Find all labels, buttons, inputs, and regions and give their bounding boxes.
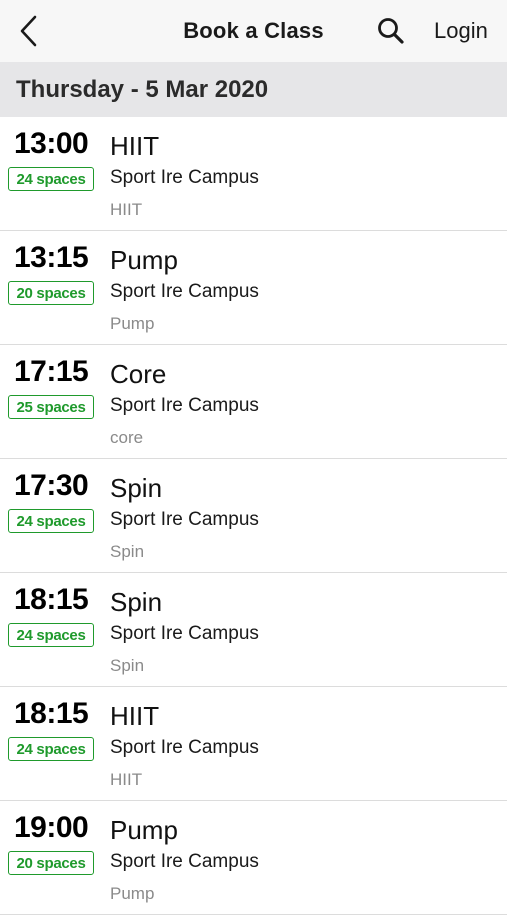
class-time: 17:15 xyxy=(14,355,89,388)
spaces-badge: 20 spaces xyxy=(8,281,94,305)
class-name: HIIT xyxy=(110,131,160,161)
class-category: Pump xyxy=(110,314,155,333)
search-icon xyxy=(378,18,404,44)
class-row[interactable]: 17:15 25 spaces Core Sport Ire Campus co… xyxy=(0,345,507,459)
class-name: Core xyxy=(110,359,167,389)
search-button[interactable] xyxy=(376,16,406,46)
spaces-badge: 25 spaces xyxy=(8,395,94,419)
class-row[interactable]: 13:00 24 spaces HIIT Sport Ire Campus HI… xyxy=(0,117,507,231)
class-venue: Sport Ire Campus xyxy=(110,281,259,302)
class-venue: Sport Ire Campus xyxy=(110,851,259,872)
class-row[interactable]: 18:15 24 spaces Spin Sport Ire Campus Sp… xyxy=(0,573,507,687)
spaces-badge: 24 spaces xyxy=(8,167,94,191)
class-name: HIIT xyxy=(110,701,160,731)
nav-bar: Book a Class Login xyxy=(0,0,507,62)
class-time: 13:15 xyxy=(14,241,89,274)
class-category: core xyxy=(110,428,144,447)
class-name: Spin xyxy=(110,587,163,617)
class-time: 18:15 xyxy=(14,697,89,730)
class-venue: Sport Ire Campus xyxy=(110,167,259,188)
class-time: 17:30 xyxy=(14,469,89,502)
class-category: Spin xyxy=(110,542,145,561)
spaces-badge: 24 spaces xyxy=(8,737,94,761)
date-header: Thursday - 5 Mar 2020 xyxy=(0,62,507,117)
class-venue: Sport Ire Campus xyxy=(110,623,259,644)
class-venue: Sport Ire Campus xyxy=(110,737,259,758)
class-category: HIIT xyxy=(110,200,143,219)
class-name: Pump xyxy=(110,245,178,275)
class-category: Pump xyxy=(110,884,155,903)
spaces-badge: 24 spaces xyxy=(8,623,94,647)
spaces-badge: 24 spaces xyxy=(8,509,94,533)
page-title: Book a Class xyxy=(183,18,324,43)
class-category: Spin xyxy=(110,656,145,675)
class-row[interactable]: 17:30 24 spaces Spin Sport Ire Campus Sp… xyxy=(0,459,507,573)
class-venue: Sport Ire Campus xyxy=(110,395,259,416)
class-venue: Sport Ire Campus xyxy=(110,509,259,530)
class-name: Pump xyxy=(110,815,178,845)
spaces-badge: 20 spaces xyxy=(8,851,94,875)
class-category: HIIT xyxy=(110,770,143,789)
class-row[interactable]: 18:15 24 spaces HIIT Sport Ire Campus HI… xyxy=(0,687,507,801)
class-list: 13:00 24 spaces HIIT Sport Ire Campus HI… xyxy=(0,117,507,915)
class-row[interactable]: 13:15 20 spaces Pump Sport Ire Campus Pu… xyxy=(0,231,507,345)
class-time: 13:00 xyxy=(14,127,89,160)
class-time: 18:15 xyxy=(14,583,89,616)
class-name: Spin xyxy=(110,473,163,503)
login-button[interactable]: Login xyxy=(434,18,488,44)
class-row[interactable]: 19:00 20 spaces Pump Sport Ire Campus Pu… xyxy=(0,801,507,915)
class-time: 19:00 xyxy=(14,811,89,844)
